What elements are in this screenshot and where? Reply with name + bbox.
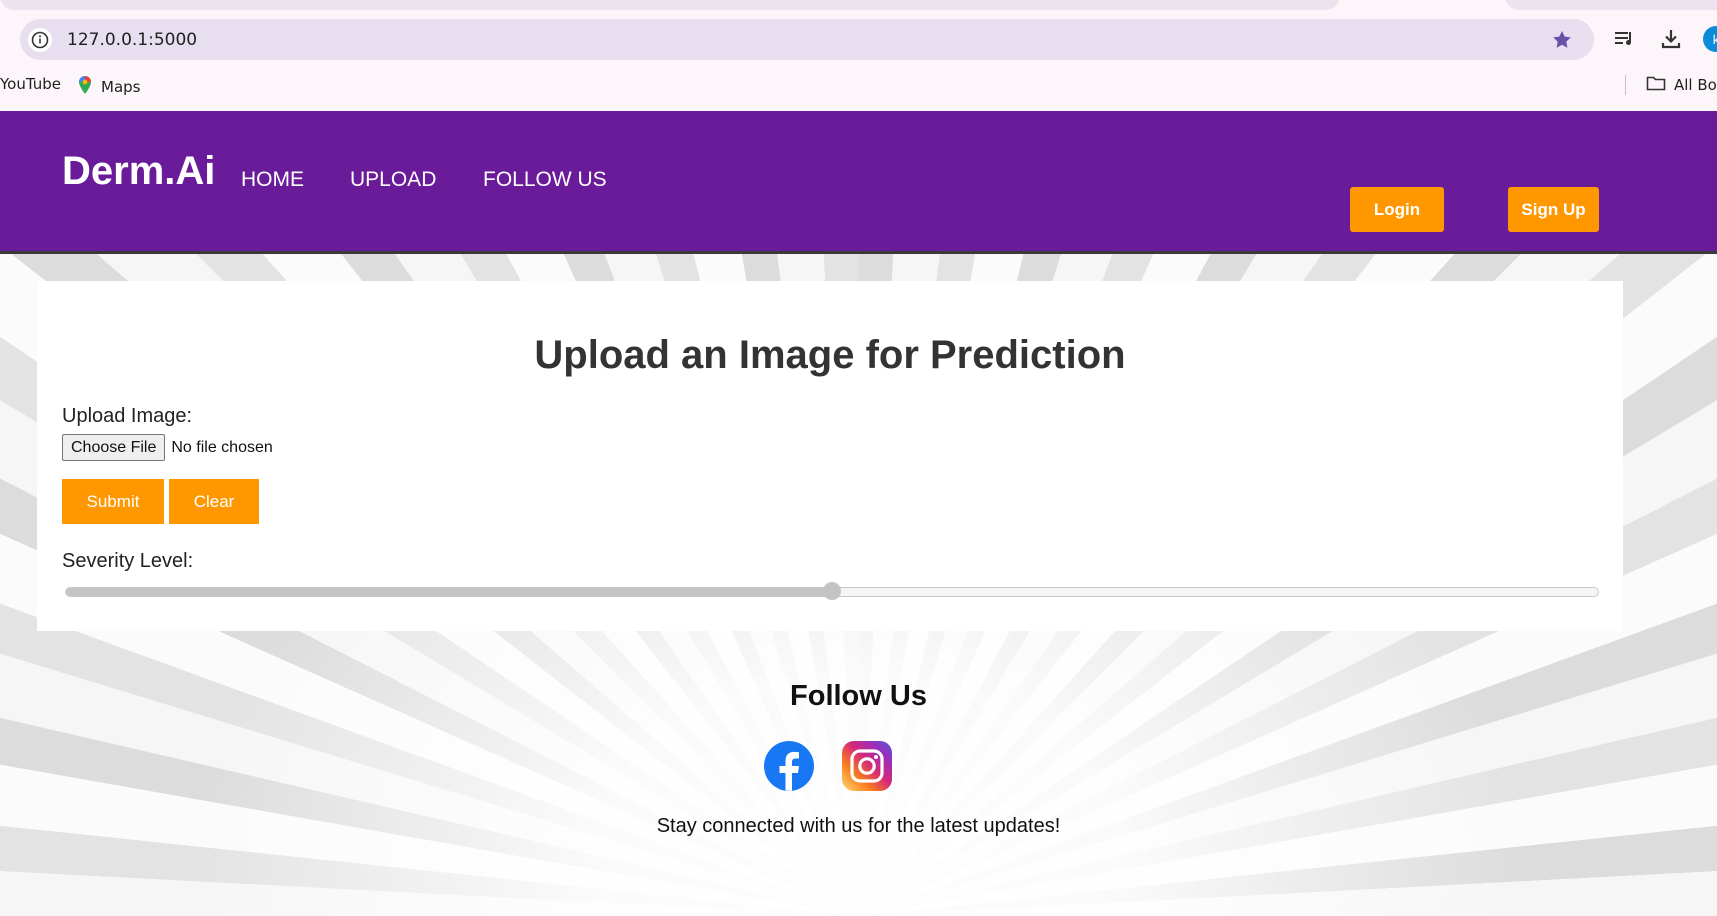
all-bookmarks-label: All Bo	[1674, 76, 1717, 94]
download-icon[interactable]	[1658, 26, 1684, 52]
instagram-link[interactable]	[841, 740, 893, 797]
bookmark-label: Maps	[101, 78, 141, 96]
clear-button[interactable]: Clear	[169, 479, 259, 524]
inactive-tab[interactable]	[0, 0, 1340, 10]
nav-home[interactable]: HOME	[241, 168, 304, 192]
brand-logo[interactable]: Derm.Ai	[62, 149, 215, 194]
severity-slider-fill	[66, 588, 832, 596]
submit-button[interactable]: Submit	[62, 479, 164, 524]
url-text[interactable]: 127.0.0.1:5000	[67, 30, 197, 50]
bookmark-divider	[1625, 75, 1626, 95]
tab-strip	[0, 0, 1717, 10]
maps-pin-icon	[77, 75, 93, 99]
site-navbar: Derm.Ai HOME UPLOAD FOLLOW US Login Sign…	[0, 111, 1717, 254]
facebook-link[interactable]	[763, 740, 815, 797]
severity-slider-thumb[interactable]	[823, 582, 841, 600]
bookmark-youtube[interactable]: YouTube	[0, 75, 61, 93]
upload-image-label: Upload Image:	[62, 405, 193, 427]
facebook-icon	[763, 741, 815, 796]
instagram-icon	[841, 741, 893, 796]
follow-us-heading: Follow Us	[790, 680, 927, 712]
severity-slider[interactable]	[65, 582, 1599, 600]
nav-upload[interactable]: UPLOAD	[350, 168, 436, 192]
address-bar[interactable]: 127.0.0.1:5000	[20, 19, 1594, 60]
browser-chrome: 127.0.0.1:5000 k YouTube Maps All Bo	[0, 0, 1717, 111]
site-info-icon[interactable]	[28, 28, 52, 52]
signup-button[interactable]: Sign Up	[1508, 187, 1599, 232]
all-bookmarks[interactable]: All Bo	[1646, 75, 1717, 95]
inactive-tab[interactable]	[1505, 0, 1717, 10]
severity-level-label: Severity Level:	[62, 550, 194, 572]
upload-card: Upload an Image for Prediction Upload Im…	[37, 281, 1623, 631]
choose-file-button[interactable]: Choose File	[62, 434, 166, 461]
nav-follow-us[interactable]: FOLLOW US	[483, 168, 607, 192]
folder-icon	[1646, 75, 1666, 95]
file-status: No file chosen	[171, 438, 273, 456]
profile-avatar[interactable]: k	[1703, 26, 1717, 52]
page-title: Upload an Image for Prediction	[534, 333, 1126, 377]
bookmark-label: YouTube	[0, 75, 61, 93]
footer-tagline: Stay connected with us for the latest up…	[656, 815, 1061, 837]
bookmark-maps[interactable]: Maps	[77, 75, 140, 99]
file-input[interactable]: Choose File No file chosen	[62, 434, 273, 461]
login-button[interactable]: Login	[1350, 187, 1444, 232]
social-links	[763, 740, 893, 797]
bookmark-star-icon[interactable]	[1550, 28, 1574, 52]
reading-list-icon[interactable]	[1612, 26, 1638, 52]
